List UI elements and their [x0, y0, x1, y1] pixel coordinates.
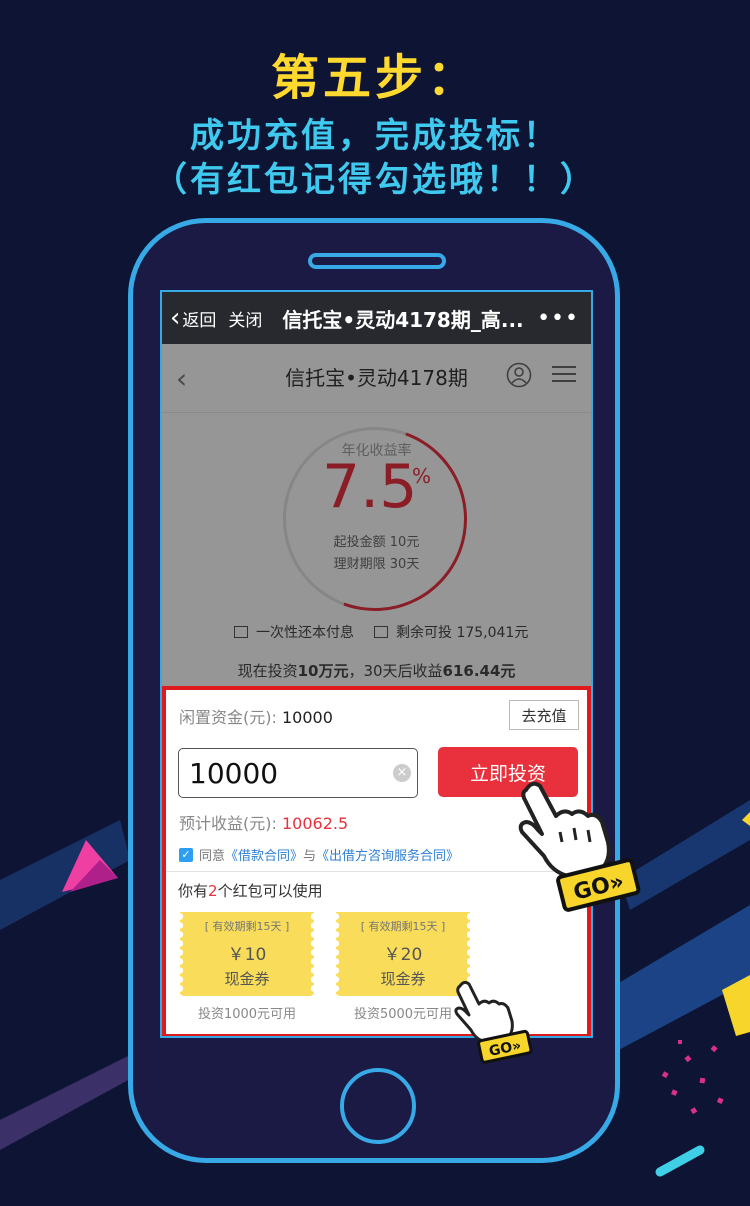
- headline-line2: （有红包记得勾选哦！！）: [153, 160, 597, 200]
- recharge-button[interactable]: 去充值: [509, 700, 579, 730]
- coupon-type: 现金券: [224, 970, 270, 988]
- agreement: ✓ 同意 《借款合同》 与 《出借方咨询服务合同》: [179, 845, 459, 864]
- service-contract-link[interactable]: 《出借方咨询服务合同》: [316, 845, 459, 864]
- back-button[interactable]: 返回: [182, 306, 216, 331]
- headline-line1: 成功充值，完成投标！: [190, 116, 560, 156]
- redpack-count-line: 你有2个红包可以使用: [178, 880, 323, 901]
- agree-text: 同意: [199, 849, 226, 864]
- clear-icon[interactable]: ×: [393, 764, 411, 782]
- coupon-card[interactable]: [ 有效期剩15天 ] ￥10 现金券: [180, 912, 314, 996]
- close-button[interactable]: 关闭: [228, 306, 262, 331]
- wechat-nav-bar: ‹ 返回 关闭 信托宝•灵动4178期_高... •••: [162, 292, 591, 344]
- coupon-validity: [ 有效期剩15天 ]: [360, 920, 446, 933]
- coupon-condition: 投资1000元可用: [197, 1007, 297, 1022]
- estimated-income: 预计收益(元): 10062.5: [179, 810, 348, 834]
- redpack-prefix: 你有: [178, 882, 209, 900]
- back-chevron-icon[interactable]: ‹: [170, 305, 180, 331]
- idle-funds-value: 10000: [281, 708, 333, 727]
- coupon-amount: ￥10: [227, 945, 267, 965]
- estimated-income-value: 10062.5: [281, 814, 349, 833]
- pointing-hand-icon: GO»: [454, 980, 533, 1064]
- amount-input-value: 10000: [189, 756, 279, 790]
- wechat-page-title: 信托宝•灵动4178期_高...: [282, 307, 524, 332]
- step-title: 第五步：: [270, 50, 479, 106]
- estimated-income-label: 预计收益(元):: [179, 814, 277, 833]
- amount-input[interactable]: 10000 ×: [178, 748, 418, 798]
- idle-funds: 闲置资金(元): 10000: [179, 704, 333, 728]
- agree-checkbox[interactable]: ✓: [179, 847, 193, 862]
- idle-funds-label: 闲置资金(元):: [179, 708, 277, 727]
- phone-speaker: [308, 253, 446, 269]
- modal-overlay[interactable]: [162, 344, 591, 688]
- redpack-count: 2: [208, 882, 218, 900]
- coupon-validity: [ 有效期剩15天 ]: [204, 920, 290, 933]
- redpack-suffix: 个红包可以使用: [217, 882, 323, 900]
- coupon-amount: ￥20: [383, 945, 423, 965]
- loan-contract-link[interactable]: 《借款合同》: [225, 845, 303, 864]
- phone-screen: ‹ 返回 关闭 信托宝•灵动4178期_高... ••• ‹ 信托宝•灵动417…: [160, 290, 593, 1038]
- phone-home-button: [340, 1068, 416, 1144]
- agree-and: 与: [303, 849, 317, 864]
- more-icon[interactable]: •••: [537, 306, 579, 331]
- pointing-hand-icon: GO»: [518, 781, 641, 912]
